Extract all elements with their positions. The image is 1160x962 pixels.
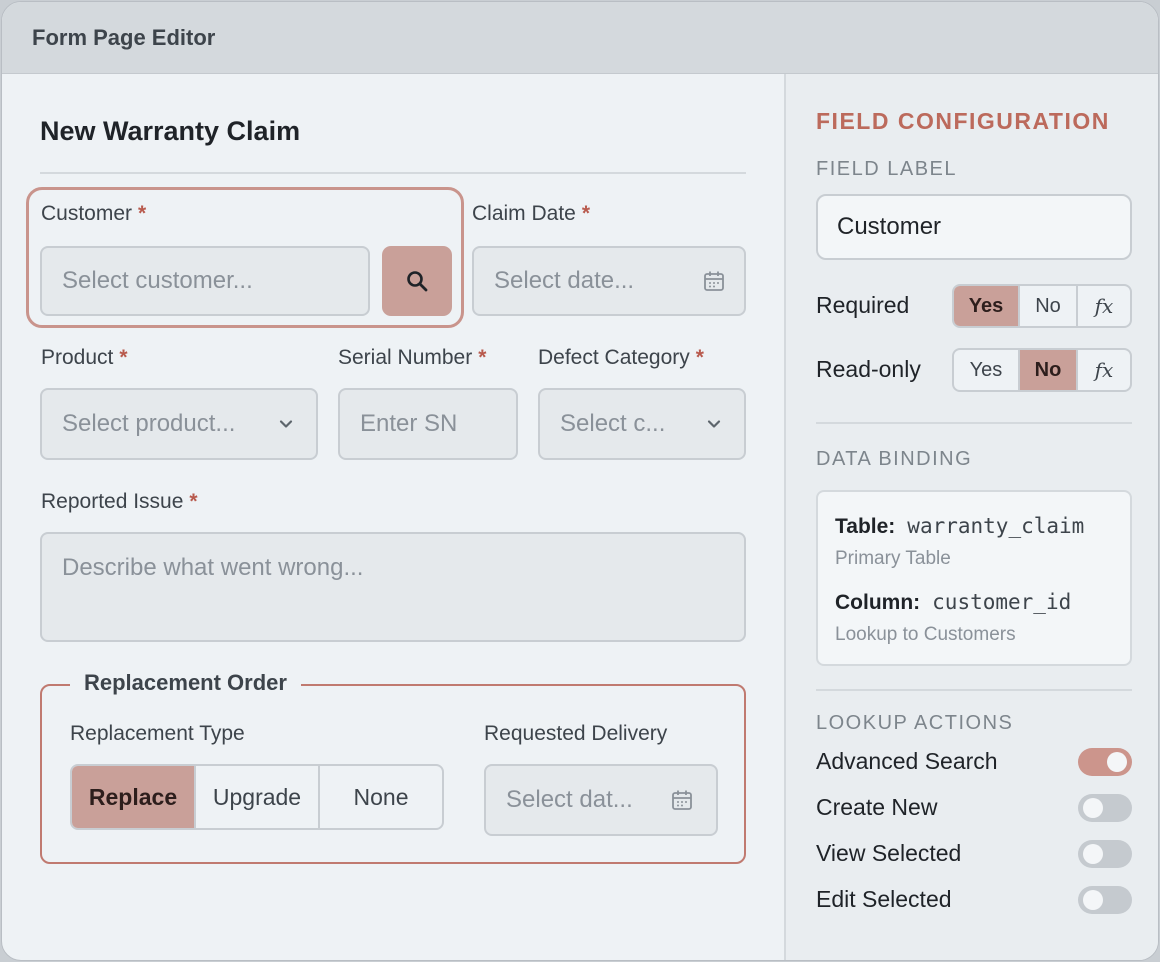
chevron-down-icon <box>702 412 726 436</box>
window-titlebar: Form Page Editor <box>2 2 1158 74</box>
read-only-option-yes[interactable]: Yes <box>954 350 1020 390</box>
requested-delivery-label: Requested Delivery <box>484 722 668 745</box>
chevron-down-icon <box>274 412 298 436</box>
binding-table-description: Primary Table <box>835 548 951 569</box>
replacement-order-legend: Replacement Order <box>70 670 301 696</box>
read-only-option-fx[interactable]: fx <box>1078 350 1130 390</box>
required-marker: * <box>478 346 487 369</box>
replacement-type-option-upgrade[interactable]: Upgrade <box>196 766 320 828</box>
section-divider <box>816 689 1132 691</box>
defect-category-select[interactable]: Select c... <box>538 388 746 460</box>
read-only-option-no[interactable]: No <box>1020 350 1078 390</box>
required-option-fx[interactable]: fx <box>1078 286 1130 326</box>
create-new-toggle[interactable] <box>1078 794 1132 822</box>
advanced-search-toggle[interactable] <box>1078 748 1132 776</box>
read-only-label: Read-only <box>816 356 921 382</box>
reported-issue-textarea[interactable]: Describe what went wrong... <box>40 532 746 642</box>
product-select[interactable]: Select product... <box>40 388 318 460</box>
requested-delivery-input[interactable]: Select dat... <box>484 764 718 836</box>
calendar-icon[interactable] <box>702 269 726 293</box>
field-label-heading: FIELD LABEL <box>816 158 958 180</box>
binding-column-row: Column: customer_id <box>835 590 1072 614</box>
lookup-action-label-edit-selected: Edit Selected <box>816 886 952 912</box>
required-label: Required <box>816 292 910 318</box>
form-page-editor-window: Form Page Editor New Warranty Claim Cust… <box>1 1 1159 961</box>
reported-issue-label: Reported Issue * <box>41 490 198 513</box>
customer-label: Customer * <box>41 202 147 225</box>
section-divider <box>816 422 1132 424</box>
defect-category-label: Defect Category * <box>538 346 704 369</box>
form-canvas: New Warranty Claim Customer * Select cust… <box>2 74 784 960</box>
data-binding-card: Table: warranty_claim Primary Table Colum… <box>816 490 1132 666</box>
serial-number-input[interactable]: Enter SN <box>338 388 518 460</box>
required-marker: * <box>119 346 128 369</box>
claim-date-label: Claim Date * <box>472 202 591 225</box>
view-selected-toggle[interactable] <box>1078 840 1132 868</box>
claim-date-input[interactable]: Select date... <box>472 246 746 316</box>
window-title: Form Page Editor <box>32 24 216 50</box>
required-segmented: Yes No fx <box>952 284 1132 328</box>
data-binding-heading: DATA BINDING <box>816 448 973 470</box>
edit-selected-toggle[interactable] <box>1078 886 1132 914</box>
lookup-actions-heading: LOOKUP ACTIONS <box>816 712 1014 734</box>
calendar-icon[interactable] <box>670 788 694 812</box>
replacement-type-label: Replacement Type <box>70 722 245 745</box>
required-option-no[interactable]: No <box>1020 286 1078 326</box>
customer-search-button[interactable] <box>382 246 452 316</box>
lookup-action-label-create-new: Create New <box>816 794 938 820</box>
serial-number-label: Serial Number * <box>338 346 487 369</box>
binding-table-row: Table: warranty_claim <box>835 514 1085 538</box>
binding-table-value: warranty_claim <box>907 514 1085 538</box>
replacement-type-option-replace[interactable]: Replace <box>72 766 196 828</box>
required-marker: * <box>581 202 591 225</box>
required-marker: * <box>695 346 704 369</box>
field-label-input[interactable]: Customer <box>816 194 1132 260</box>
replacement-type-option-none[interactable]: None <box>320 766 442 828</box>
binding-column-description: Lookup to Customers <box>835 624 1016 645</box>
required-option-yes[interactable]: Yes <box>954 286 1020 326</box>
panel-title: FIELD CONFIGURATION <box>816 108 1110 134</box>
title-divider <box>40 172 746 174</box>
lookup-action-label-view-selected: View Selected <box>816 840 962 866</box>
form-title: New Warranty Claim <box>40 116 301 146</box>
read-only-segmented: Yes No fx <box>952 348 1132 392</box>
binding-column-value: customer_id <box>932 590 1072 614</box>
required-marker: * <box>138 202 147 225</box>
required-marker: * <box>189 490 198 513</box>
product-label: Product * <box>41 346 128 369</box>
replacement-type-segmented: Replace Upgrade None <box>70 764 444 830</box>
search-icon <box>407 271 428 292</box>
field-configuration-panel: FIELD CONFIGURATION FIELD LABEL Customer… <box>784 74 1158 960</box>
customer-input[interactable]: Select customer... <box>40 246 370 316</box>
lookup-action-label-advanced-search: Advanced Search <box>816 748 998 774</box>
